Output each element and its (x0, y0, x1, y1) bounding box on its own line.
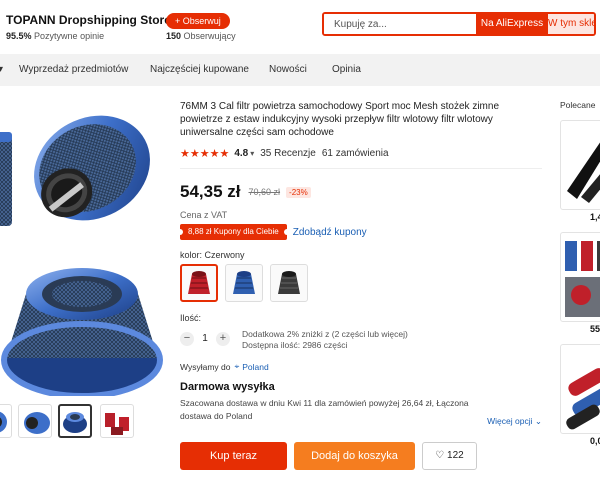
recommended-item[interactable] (560, 120, 600, 210)
more-options-label: Więcej opcji (487, 416, 533, 426)
nav-item-menu[interactable]: ▾ (0, 54, 3, 86)
recommended-price: 55, (590, 324, 600, 334)
rating-stars: ★★★★★ (180, 148, 230, 160)
product-info: 76MM 3 Cal filtr powietrza samochodowy S… (177, 100, 542, 470)
thumbnail[interactable] (0, 404, 12, 438)
swatch-black[interactable] (270, 264, 308, 302)
product-gallery (0, 96, 172, 446)
recommended-title: Polecane (560, 100, 596, 110)
rating-row: ★★★★★ 4.8 ▾ 35 Recenzje 61 zamówienia (180, 147, 542, 160)
recommended-item[interactable] (560, 344, 600, 434)
search-store-button[interactable]: W tym sklepie (548, 14, 594, 34)
current-price: 54,35 zł (180, 182, 241, 201)
recommended-price: 1,4 (590, 212, 600, 222)
swatch-blue[interactable] (225, 264, 263, 302)
price-row: 54,35 zł 70,60 zł -23% (180, 182, 542, 202)
shipping-description: Szacowana dostawa w dniu Kwi 11 dla zamó… (180, 398, 469, 421)
stock-note: Dostępna ilość: 2986 części (242, 340, 348, 350)
followers-label: Obserwujący (183, 31, 236, 41)
ship-to-row: Wysyłamy do ⌖ Poland (180, 361, 542, 372)
chevron-down-icon[interactable]: ▾ (250, 149, 254, 158)
nav-item-feedback[interactable]: Opinia (332, 54, 361, 86)
swatch-red[interactable] (180, 264, 218, 302)
thumbnail-strip (0, 404, 172, 440)
air-filter-image (0, 115, 163, 399)
ship-country[interactable]: Poland (242, 362, 268, 372)
free-shipping-title: Darmowa wysyłka (180, 381, 275, 393)
buy-now-button[interactable]: Kup teraz (180, 442, 287, 470)
orders-count: 61 zamówienia (321, 148, 389, 159)
more-options-link[interactable]: Więcej opcji ⌄ (487, 416, 542, 427)
quantity-notes: Dodatkowa 2% zniżki z (2 części lub więc… (242, 329, 408, 351)
increase-button[interactable]: + (216, 332, 230, 346)
heart-icon: ♡ (435, 450, 445, 461)
add-to-cart-button[interactable]: Dodaj do koszyka (294, 442, 415, 470)
wishlist-button[interactable]: ♡ 122 (422, 442, 477, 470)
search-aliexpress-button[interactable]: Na AliExpress (476, 14, 548, 34)
thumbnail[interactable] (18, 404, 52, 438)
nav-item-sale[interactable]: Wyprzedaż przedmiotów (19, 54, 128, 86)
positive-percent: 95.5% (6, 31, 32, 41)
quantity-label: Ilość: (180, 313, 202, 323)
wishlist-count: 122 (447, 450, 464, 461)
recommended-price: 0,0 (590, 436, 600, 446)
divider (180, 168, 542, 169)
thumbnail[interactable] (100, 404, 134, 438)
decrease-button[interactable]: − (180, 332, 194, 346)
chevron-down-icon: ⌄ (534, 416, 542, 426)
followers-count: 150 (166, 31, 182, 41)
nav-item-new[interactable]: Nowości (269, 54, 307, 86)
recommended-item[interactable] (560, 232, 600, 322)
store-header: TOPANN Dropshipping Store▼ 95.5% Pozytyw… (0, 0, 600, 54)
action-buttons: Kup teraz Dodaj do koszyka ♡ 122 (180, 442, 542, 470)
color-swatches (180, 264, 542, 302)
get-coupons-link[interactable]: Zdobądź kupony (293, 227, 367, 238)
search-input[interactable] (324, 14, 476, 34)
bulk-discount-note: Dodatkowa 2% zniżki z (2 części lub więc… (242, 329, 408, 339)
reviews-count[interactable]: 35 Recenzje (260, 148, 316, 159)
follow-button[interactable]: + Obserwuj (166, 13, 230, 29)
ship-to-label: Wysyłamy do (180, 361, 231, 372)
old-price: 70,60 zł (248, 187, 281, 197)
store-rating: 95.5% Pozytywne opinie (6, 31, 104, 41)
positive-label: Pozytywne opinie (34, 31, 105, 41)
quantity-value[interactable]: 1 (194, 329, 216, 349)
quantity-stepper: − 1 + Dodatkowa 2% zniżki z (2 części lu… (180, 329, 542, 351)
location-pin-icon: ⌖ (234, 361, 240, 371)
coupon-row: 8,88 zł Kupony dla Ciebie Zdobądź kupony (177, 224, 542, 240)
coupon-badge[interactable]: 8,88 zł Kupony dla Ciebie (177, 224, 290, 240)
main-product-image[interactable] (0, 96, 172, 399)
recommended-panel: Polecane 1,4 55, 0,0 (560, 100, 600, 470)
thumbnail-active[interactable] (58, 404, 92, 438)
discount-badge: -23% (286, 186, 311, 198)
store-nav: ▾ Wyprzedaż przedmiotów Najczęściej kupo… (0, 54, 600, 86)
followers: 150 Obserwujący (166, 31, 236, 41)
product-title: 76MM 3 Cal filtr powietrza samochodowy S… (180, 101, 500, 138)
search-box: Na AliExpress W tym sklepie (322, 12, 596, 36)
rating-value[interactable]: 4.8 (234, 148, 248, 159)
vat-note: Cena z VAT (180, 210, 228, 220)
store-name[interactable]: TOPANN Dropshipping Store▼ (6, 13, 182, 27)
store-name-label: TOPANN Dropshipping Store (6, 13, 171, 27)
nav-item-bestsellers[interactable]: Najczęściej kupowane (150, 54, 249, 86)
color-label: kolor: Czerwony (180, 250, 245, 260)
